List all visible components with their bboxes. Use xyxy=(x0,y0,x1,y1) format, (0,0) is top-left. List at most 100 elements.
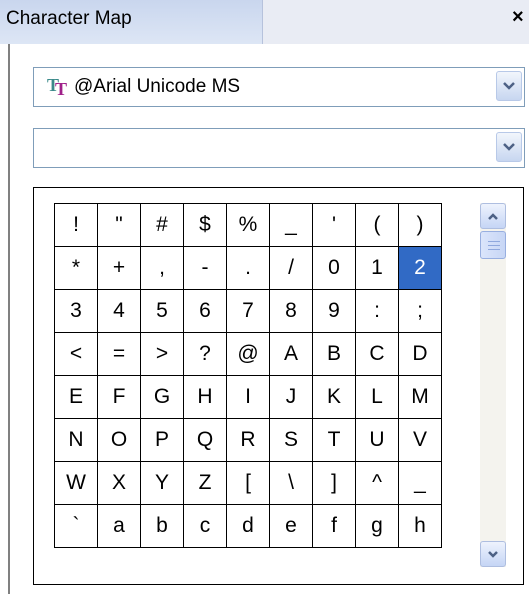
character-cell[interactable]: % xyxy=(226,203,270,247)
character-cell[interactable]: c xyxy=(183,504,227,548)
grid-row: EFGHIJKLM xyxy=(54,375,442,419)
chevron-down-icon xyxy=(488,550,498,558)
character-map-panel: T T @Arial Unicode MS ! " # $% _ '() * +, -./0 1 2… xyxy=(8,44,529,594)
character-cell[interactable]: ; xyxy=(398,289,442,333)
character-cell[interactable]: W xyxy=(54,461,98,505)
character-cell[interactable]: U xyxy=(355,418,399,462)
character-cell[interactable]: L xyxy=(355,375,399,419)
subset-dropdown[interactable] xyxy=(33,128,525,168)
character-cell[interactable]: . xyxy=(226,246,270,290)
character-cell[interactable]: Y xyxy=(140,461,184,505)
truetype-font-icon: T T xyxy=(47,75,67,97)
character-cell[interactable]: T xyxy=(312,418,356,462)
character-cell[interactable]: " xyxy=(97,203,141,247)
character-cell[interactable]: _ xyxy=(398,461,442,505)
character-cell[interactable]: P xyxy=(140,418,184,462)
title-tab[interactable]: Character Map xyxy=(0,0,263,44)
character-cell[interactable]: ( xyxy=(355,203,399,247)
character-grid: ! " # $% _ '() * +, -./0 1 2 3 4 5 6 7 8 9:; < = >? @ A B C D E F G H… xyxy=(54,203,442,548)
character-cell[interactable]: 6 xyxy=(183,289,227,333)
character-cell[interactable]: H xyxy=(183,375,227,419)
character-cell[interactable]: 0 xyxy=(312,246,356,290)
character-cell[interactable]: 1 xyxy=(355,246,399,290)
font-dropdown-button[interactable] xyxy=(496,71,522,101)
character-cell[interactable]: Q xyxy=(183,418,227,462)
svg-text:T: T xyxy=(55,79,67,97)
character-cell[interactable]: S xyxy=(269,418,313,462)
chevron-down-icon xyxy=(503,143,515,151)
character-cell[interactable]: ` xyxy=(54,504,98,548)
character-cell[interactable]: E xyxy=(54,375,98,419)
character-cell[interactable]: a xyxy=(97,504,141,548)
character-cell[interactable]: h xyxy=(398,504,442,548)
grid-row: 3 4 5 6 7 8 9:; xyxy=(54,289,442,333)
character-cell[interactable]: [ xyxy=(226,461,270,505)
character-cell[interactable]: X xyxy=(97,461,141,505)
character-cell[interactable]: , xyxy=(140,246,184,290)
character-cell[interactable]: N xyxy=(54,418,98,462)
character-cell[interactable]: Z xyxy=(183,461,227,505)
grid-row: W X Y Z[\] ^ _ xyxy=(54,461,442,505)
character-cell[interactable]: O xyxy=(97,418,141,462)
character-grid-container: ! " # $% _ '() * +, -./0 1 2 3 4 5 6 7 8 9:; < = >? @ A B C D E F G H… xyxy=(33,187,524,585)
character-cell[interactable]: K xyxy=(312,375,356,419)
chevron-up-icon xyxy=(488,212,498,220)
character-cell[interactable]: 7 xyxy=(226,289,270,333)
character-cell[interactable]: V xyxy=(398,418,442,462)
character-cell[interactable]: R xyxy=(226,418,270,462)
subset-dropdown-button[interactable] xyxy=(496,132,522,162)
character-cell[interactable]: ' xyxy=(312,203,356,247)
character-cell[interactable]: = xyxy=(97,332,141,376)
character-cell[interactable]: M xyxy=(398,375,442,419)
character-cell[interactable]: < xyxy=(54,332,98,376)
character-cell[interactable]: - xyxy=(183,246,227,290)
character-cell[interactable]: / xyxy=(269,246,313,290)
character-cell[interactable]: d xyxy=(226,504,270,548)
character-cell[interactable]: 4 xyxy=(97,289,141,333)
character-cell[interactable]: 8 xyxy=(269,289,313,333)
character-cell[interactable]: 9 xyxy=(312,289,356,333)
character-cell[interactable]: b xyxy=(140,504,184,548)
scroll-up-button[interactable] xyxy=(480,203,506,229)
character-cell[interactable]: # xyxy=(140,203,184,247)
grid-row: < = >? @ A B C D xyxy=(54,332,442,376)
character-cell[interactable]: ? xyxy=(183,332,227,376)
font-dropdown-value: @Arial Unicode MS xyxy=(74,76,241,97)
character-cell[interactable]: A xyxy=(269,332,313,376)
character-cell[interactable]: _ xyxy=(269,203,313,247)
title-bar: Character Map × xyxy=(0,0,529,44)
character-cell[interactable]: @ xyxy=(226,332,270,376)
grid-row: ` a b c d e f g h xyxy=(54,504,442,548)
character-cell[interactable]: : xyxy=(355,289,399,333)
grid-row: * +, -./0 1 2 xyxy=(54,246,442,290)
character-cell[interactable]: 3 xyxy=(54,289,98,333)
character-cell[interactable]: F xyxy=(97,375,141,419)
character-cell[interactable]: I xyxy=(226,375,270,419)
character-cell[interactable]: ! xyxy=(54,203,98,247)
character-cell[interactable]: D xyxy=(398,332,442,376)
grid-row: NOPQRSTUV xyxy=(54,418,442,462)
character-cell[interactable]: + xyxy=(97,246,141,290)
character-cell[interactable]: g xyxy=(355,504,399,548)
character-cell[interactable]: * xyxy=(54,246,98,290)
character-cell[interactable]: e xyxy=(269,504,313,548)
character-cell[interactable]: > xyxy=(140,332,184,376)
scroll-down-button[interactable] xyxy=(480,541,506,567)
character-cell[interactable]: f xyxy=(312,504,356,548)
close-button[interactable]: × xyxy=(512,6,524,29)
character-cell[interactable]: 5 xyxy=(140,289,184,333)
font-dropdown[interactable]: T T @Arial Unicode MS xyxy=(33,67,525,107)
scroll-thumb[interactable] xyxy=(480,231,506,259)
character-cell[interactable]: C xyxy=(355,332,399,376)
character-cell[interactable]: ) xyxy=(398,203,442,247)
vertical-scrollbar[interactable] xyxy=(480,203,506,567)
grid-row: ! " # $% _ '() xyxy=(54,203,442,247)
character-cell[interactable]: ^ xyxy=(355,461,399,505)
character-cell[interactable]: 2 xyxy=(398,246,442,290)
character-cell[interactable]: J xyxy=(269,375,313,419)
character-cell[interactable]: G xyxy=(140,375,184,419)
character-cell[interactable]: $ xyxy=(183,203,227,247)
character-cell[interactable]: \ xyxy=(269,461,313,505)
character-cell[interactable]: B xyxy=(312,332,356,376)
character-cell[interactable]: ] xyxy=(312,461,356,505)
